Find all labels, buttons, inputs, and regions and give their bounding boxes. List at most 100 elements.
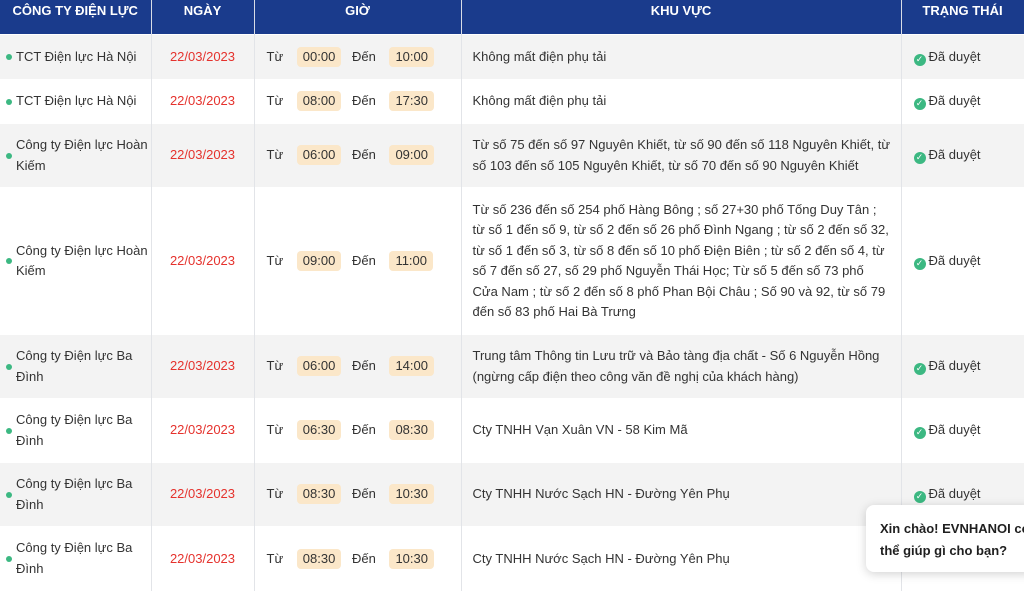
company-name: TCT Điện lực Hà Nội: [16, 48, 137, 64]
check-circle-icon: ✓: [913, 363, 926, 376]
area-cell: Từ số 75 đến số 97 Nguyên Khiết, từ số 9…: [461, 123, 902, 188]
time-cell: Từ 00:00 Đến 10:00: [254, 34, 462, 80]
area-cell: Từ số 236 đến số 254 phố Hàng Bông ; số …: [461, 187, 902, 335]
from-label: Từ: [266, 147, 284, 163]
company-name: Công ty Điện lực Ba Đình: [16, 348, 133, 384]
time-cell: Từ 06:00 Đến 14:00: [254, 334, 462, 399]
company-cell: Công ty Điện lực Hoàn Kiếm: [0, 187, 152, 335]
date-cell: 22/03/2023: [151, 398, 255, 463]
area-cell: Không mất điện phụ tải: [461, 79, 902, 124]
company-name: Công ty Điện lực Ba Đình: [16, 412, 133, 448]
status-label: Đã duyệt: [928, 48, 981, 64]
date-cell: 22/03/2023: [151, 462, 255, 527]
status-dot-icon: [6, 427, 12, 434]
status-cell: ✓ Đã duyệt: [901, 334, 1024, 399]
chat-greeting-popup[interactable]: Xin chào! EVNHANOI có thể giúp gì cho bạ…: [866, 505, 1024, 572]
check-circle-icon: ✓: [913, 98, 926, 111]
to-label: Đến: [351, 93, 376, 109]
from-label: Từ: [266, 252, 284, 268]
check-circle-icon: ✓: [913, 152, 926, 165]
company-cell: Công ty Điện lực Ba Đình: [0, 526, 152, 591]
status-dot-icon: [6, 98, 12, 105]
from-label: Từ: [266, 550, 284, 566]
chat-greeting-line2: thể giúp gì cho bạn?: [880, 543, 1008, 558]
table-row: Công ty Điện lực Ba Đình 22/03/2023 Từ 0…: [0, 398, 1024, 463]
start-time-badge: 08:00: [296, 91, 342, 112]
from-label: Từ: [266, 486, 284, 502]
company-name: Công ty Điện lực Hoàn Kiếm: [16, 242, 148, 279]
start-time-badge: 08:30: [296, 484, 342, 505]
status-cell: ✓ Đã duyệt: [901, 398, 1024, 463]
date-cell: 22/03/2023: [151, 123, 255, 188]
company-cell: Công ty Điện lực Ba Đình: [0, 462, 152, 527]
status-dot-icon: [6, 152, 12, 159]
to-label: Đến: [351, 252, 376, 268]
end-time-badge: 17:30: [389, 91, 434, 112]
company-cell: Công ty Điện lực Hoàn Kiếm: [0, 123, 152, 188]
company-name: Công ty Điện lực Ba Đình: [16, 476, 133, 512]
end-time-badge: 09:00: [389, 145, 434, 166]
date-cell: 22/03/2023: [151, 526, 255, 591]
area-cell: Cty TNHH Vạn Xuân VN - 58 Kim Mã: [461, 398, 902, 463]
date-cell: 22/03/2023: [151, 187, 255, 335]
end-time-badge: 08:30: [389, 420, 434, 441]
to-label: Đến: [351, 550, 376, 566]
status-label: Đã duyệt: [928, 147, 981, 163]
status-label: Đã duyệt: [928, 252, 981, 268]
check-circle-icon: ✓: [913, 53, 926, 66]
status-dot-icon: [6, 258, 12, 264]
time-cell: Từ 09:00 Đến 11:00: [254, 187, 462, 335]
company-cell: Công ty Điện lực Ba Đình: [0, 398, 152, 463]
status-cell: ✓ Đã duyệt: [901, 79, 1024, 124]
time-cell: Từ 08:00 Đến 17:30: [254, 79, 462, 124]
time-cell: Từ 06:30 Đến 08:30: [254, 398, 462, 463]
status-label: Đã duyệt: [928, 422, 981, 438]
company-cell: TCT Điện lực Hà Nội: [0, 34, 152, 80]
company-name: Công ty Điện lực Ba Đình: [16, 540, 133, 576]
to-label: Đến: [351, 422, 376, 438]
company-name: Công ty Điện lực Hoàn Kiếm: [16, 137, 148, 173]
status-dot-icon: [6, 491, 12, 498]
from-label: Từ: [266, 93, 284, 109]
time-cell: Từ 08:30 Đến 10:30: [254, 526, 462, 591]
date-cell: 22/03/2023: [151, 34, 255, 80]
start-time-badge: 06:00: [296, 145, 342, 166]
area-cell: Cty TNHH Nước Sạch HN - Đường Yên Phụ: [461, 526, 902, 591]
to-label: Đến: [351, 358, 376, 374]
end-time-badge: 10:30: [389, 484, 434, 505]
area-cell: Không mất điện phụ tải: [461, 34, 902, 80]
col-header-date: NGÀY: [151, 0, 255, 35]
end-time-badge: 10:30: [389, 548, 434, 569]
chat-greeting-line1: Xin chào! EVNHANOI có: [880, 521, 1024, 536]
date-cell: 22/03/2023: [151, 79, 255, 124]
status-label: Đã duyệt: [928, 358, 981, 374]
start-time-badge: 08:30: [296, 548, 342, 569]
col-header-company: CÔNG TY ĐIỆN LỰC: [0, 0, 152, 35]
status-cell: ✓ Đã duyệt: [901, 123, 1024, 188]
outage-schedule-table: CÔNG TY ĐIỆN LỰC NGÀY GIỜ KHU VỰC TRẠNG …: [0, 0, 1024, 591]
check-circle-icon: ✓: [913, 427, 926, 440]
status-dot-icon: [6, 363, 12, 370]
to-label: Đến: [351, 147, 376, 163]
end-time-badge: 11:00: [389, 250, 434, 271]
col-header-time: GIỜ: [254, 0, 462, 35]
company-cell: TCT Điện lực Hà Nội: [0, 79, 152, 124]
end-time-badge: 14:00: [389, 356, 434, 377]
area-cell: Trung tâm Thông tin Lưu trữ và Bảo tàng …: [461, 334, 902, 399]
from-label: Từ: [266, 422, 284, 438]
status-label: Đã duyệt: [928, 486, 981, 502]
end-time-badge: 10:00: [389, 46, 434, 67]
from-label: Từ: [266, 358, 284, 374]
table-row: Công ty Điện lực Hoàn Kiếm 22/03/2023 Từ…: [0, 187, 1024, 335]
to-label: Đến: [351, 48, 376, 64]
area-cell: Cty TNHH Nước Sạch HN - Đường Yên Phụ: [461, 462, 902, 527]
table-header-row: CÔNG TY ĐIỆN LỰC NGÀY GIỜ KHU VỰC TRẠNG …: [0, 0, 1024, 35]
table-row: Công ty Điện lực Hoàn Kiếm 22/03/2023 Từ…: [0, 123, 1024, 188]
table-row: TCT Điện lực Hà Nội 22/03/2023 Từ 08:00 …: [0, 79, 1024, 124]
company-name: TCT Điện lực Hà Nội: [16, 93, 137, 109]
to-label: Đến: [351, 486, 376, 502]
time-cell: Từ 08:30 Đến 10:30: [254, 462, 462, 527]
check-circle-icon: ✓: [913, 257, 926, 270]
time-cell: Từ 06:00 Đến 09:00: [254, 123, 462, 188]
table-row: Công ty Điện lực Ba Đình 22/03/2023 Từ 0…: [0, 334, 1024, 399]
